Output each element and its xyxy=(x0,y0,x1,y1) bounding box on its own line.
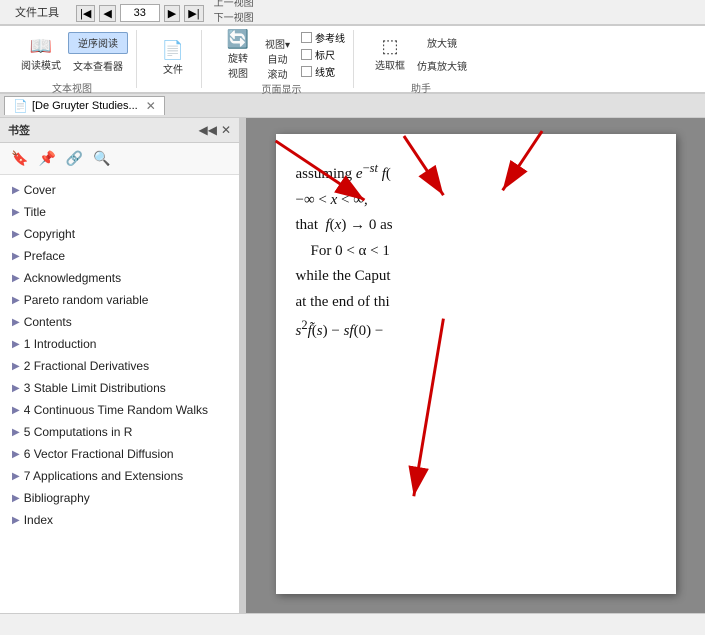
bm-item-stable-limit[interactable]: ▶ 3 Stable Limit Distributions xyxy=(0,377,239,399)
checkbox-box-3 xyxy=(301,66,312,77)
bm-icon-vector: ▶ xyxy=(12,447,20,462)
bm-item-cover[interactable]: ▶ Cover xyxy=(0,179,239,201)
bm-item-contents[interactable]: ▶ Contents xyxy=(0,311,239,333)
bm-tool-2[interactable]: 📌 xyxy=(35,147,58,170)
rotate-icon: 🔄 xyxy=(227,29,249,50)
bm-item-computations[interactable]: ▶ 5 Computations in R xyxy=(0,421,239,443)
bm-item-preface[interactable]: ▶ Preface xyxy=(0,245,239,267)
file-btn[interactable]: 📄 文件 xyxy=(153,34,193,82)
bm-item-acknowledgments[interactable]: ▶ Acknowledgments xyxy=(0,267,239,289)
doc-tab-icon: 📄 xyxy=(13,99,28,113)
read-mode-btn[interactable]: 📖 阅读模式 xyxy=(16,30,66,78)
content-line-5: while the Caput xyxy=(296,264,656,290)
content-line-1: assuming e−st f( xyxy=(296,158,656,188)
checkbox-linewidth[interactable]: 线宽 xyxy=(301,64,345,79)
auto-scroll-btn[interactable]: 自动滚动 xyxy=(260,55,295,77)
select-frame-btn[interactable]: ⬚ 选取框 xyxy=(370,30,410,78)
simulate-zoom-btn[interactable]: 仿真放大镜 xyxy=(412,55,472,77)
ribbon-section-file: 📄 文件 xyxy=(145,30,202,88)
bm-icon-copyright: ▶ xyxy=(12,227,20,242)
assist-label: 助手 xyxy=(411,80,431,95)
checkbox-ruler[interactable]: 标尺 xyxy=(301,47,345,62)
panel-header: 书签 ◀◀ ✕ xyxy=(0,118,239,143)
ribbon-main: 📖 阅读模式 逆序阅读 文本查看器 文本视图 📄 xyxy=(0,26,705,94)
ribbon-section-page-display: 🔄 旋转视图 视图▾ 自动滚动 参考线 xyxy=(210,30,354,88)
bm-icon-bibliography: ▶ xyxy=(12,491,20,506)
nav-next-btn[interactable]: ▶ xyxy=(164,5,180,22)
bm-item-index[interactable]: ▶ Index xyxy=(0,509,239,531)
ribbon-section-viewmode: 📖 阅读模式 逆序阅读 文本查看器 文本视图 xyxy=(8,30,137,88)
bm-icon-ctrw: ▶ xyxy=(12,403,20,418)
bm-item-title[interactable]: ▶ Title xyxy=(0,201,239,223)
page-display-label: 页面显示 xyxy=(262,81,302,96)
doc-tab-close[interactable]: ✕ xyxy=(146,99,156,113)
nav-first-btn[interactable]: |◀ xyxy=(76,5,95,22)
bm-icon-acknowledgments: ▶ xyxy=(12,271,20,286)
rotate-btn[interactable]: 🔄 旋转视图 xyxy=(218,31,258,79)
tab-file-tools[interactable]: 文件工具 xyxy=(4,0,70,24)
doc-tab-label: [De Gruyter Studies... xyxy=(32,100,138,112)
bm-icon-contents: ▶ xyxy=(12,315,20,330)
zoom-in-btn[interactable]: 放大镜 xyxy=(412,32,472,54)
bm-tool-4[interactable]: 🔍 xyxy=(90,147,113,170)
page-content: assuming e−st f( −∞ < x < ∞, that f(x) →… xyxy=(276,134,676,594)
bm-item-fractional-derivatives[interactable]: ▶ 2 Fractional Derivatives xyxy=(0,355,239,377)
bm-icon-index: ▶ xyxy=(12,513,20,528)
bm-icon-pareto: ▶ xyxy=(12,293,20,308)
bm-item-bibliography[interactable]: ▶ Bibliography xyxy=(0,487,239,509)
content-line-4: For 0 < α < 1 xyxy=(296,239,656,265)
bm-item-copyright[interactable]: ▶ Copyright xyxy=(0,223,239,245)
bm-item-ctrw[interactable]: ▶ 4 Continuous Time Random Walks xyxy=(0,399,239,421)
bm-icon-stable: ▶ xyxy=(12,381,20,396)
content-line-6: at the end of thi xyxy=(296,290,656,316)
content-line-3: that f(x) → 0 as xyxy=(296,213,656,239)
bm-icon-cover: ▶ xyxy=(12,183,20,198)
bm-icon-introduction: ▶ xyxy=(12,337,20,352)
bookmarks-panel: 书签 ◀◀ ✕ 🔖 📌 🔗 🔍 ▶ Cover ▶ Title ▶ xyxy=(0,118,240,613)
doc-tab-bar: 📄 [De Gruyter Studies... ✕ xyxy=(0,94,705,118)
panel-collapse-btn[interactable]: ◀◀ xyxy=(198,123,216,137)
bm-item-applications[interactable]: ▶ 7 Applications and Extensions xyxy=(0,465,239,487)
nav-last-btn[interactable]: ▶| xyxy=(184,5,203,22)
ribbon: 文件工具 |◀ ◀ ▶ ▶| 上一视图 下一视图 📖 阅读模式 xyxy=(0,0,705,94)
bookmark-toolbar: 🔖 📌 🔗 🔍 xyxy=(0,143,239,175)
select-frame-icon: ⬚ xyxy=(382,36,399,57)
nav-prev-btn[interactable]: ◀ xyxy=(99,5,115,22)
panel-title: 书签 xyxy=(8,122,30,138)
panel-close-btn[interactable]: ✕ xyxy=(221,123,231,137)
bm-icon-fractional: ▶ xyxy=(12,359,20,374)
checkbox-reference-line[interactable]: 参考线 xyxy=(301,30,345,45)
next-view-label: 下一视图 xyxy=(214,9,254,24)
bm-tool-1[interactable]: 🔖 xyxy=(8,147,31,170)
bm-icon-title: ▶ xyxy=(12,205,20,220)
main-area: 书签 ◀◀ ✕ 🔖 📌 🔗 🔍 ▶ Cover ▶ Title ▶ xyxy=(0,118,705,613)
file-icon: 📄 xyxy=(162,40,184,61)
page-number-input[interactable] xyxy=(120,4,160,22)
content-line-2: −∞ < x < ∞, xyxy=(296,188,656,214)
read-mode-icon: 📖 xyxy=(30,36,52,57)
bm-icon-applications: ▶ xyxy=(12,469,20,484)
bm-item-vector-fractional[interactable]: ▶ 6 Vector Fractional Diffusion xyxy=(0,443,239,465)
bm-tool-3[interactable]: 🔗 xyxy=(63,147,86,170)
reverse-read-btn[interactable]: 逆序阅读 xyxy=(68,32,128,54)
ribbon-tab-bar: 文件工具 |◀ ◀ ▶ ▶| 上一视图 下一视图 xyxy=(0,0,705,26)
content-panel: assuming e−st f( −∞ < x < ∞, that f(x) →… xyxy=(246,118,705,613)
prev-view-label: 上一视图 xyxy=(214,0,254,9)
view-mode-section-label: 文本视图 xyxy=(52,80,92,95)
ribbon-section-assist: ⬚ 选取框 放大镜 仿真放大镜 助手 xyxy=(362,30,480,88)
bm-icon-computations: ▶ xyxy=(12,425,20,440)
doc-tab[interactable]: 📄 [De Gruyter Studies... ✕ xyxy=(4,96,165,115)
panel-controls: ◀◀ ✕ xyxy=(198,123,231,137)
content-line-7: s2f̃(s) − sf(0) − xyxy=(296,315,656,345)
bookmark-list: ▶ Cover ▶ Title ▶ Copyright ▶ Preface ▶ … xyxy=(0,175,239,613)
bm-icon-preface: ▶ xyxy=(12,249,20,264)
bm-item-pareto[interactable]: ▶ Pareto random variable xyxy=(0,289,239,311)
bm-item-introduction[interactable]: ▶ 1 Introduction xyxy=(0,333,239,355)
text-viewer-btn[interactable]: 文本查看器 xyxy=(68,55,128,77)
checkbox-box xyxy=(301,32,312,43)
checkbox-box-2 xyxy=(301,49,312,60)
status-bar xyxy=(0,613,705,635)
